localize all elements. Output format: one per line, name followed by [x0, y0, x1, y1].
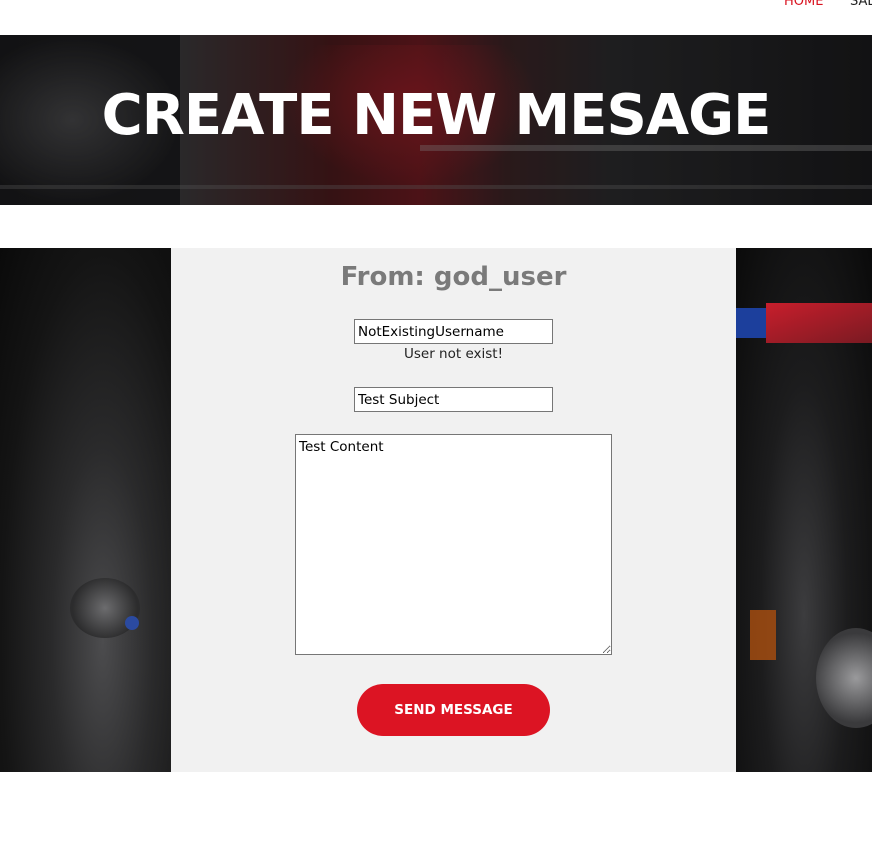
recipient-input[interactable] [354, 319, 553, 344]
message-form: From: god_user User not exist! Test Cont… [171, 248, 736, 772]
recipient-error-message: User not exist! [403, 346, 503, 362]
hero-banner: CREATE NEW MESAGE [0, 35, 872, 205]
from-label: From: god_user [340, 262, 567, 292]
message-section: From: god_user User not exist! Test Cont… [0, 248, 872, 772]
content-textarea[interactable]: Test Content [295, 434, 612, 655]
top-nav: HOME SAL [0, 0, 872, 35]
page-title: CREATE NEW MESAGE [101, 83, 772, 148]
nav-home-link[interactable]: HOME [784, 0, 823, 9]
left-background-image [0, 248, 171, 772]
right-background-image [736, 248, 872, 772]
subject-input[interactable] [354, 387, 553, 412]
nav-sales-link[interactable]: SAL [850, 0, 872, 9]
send-message-button[interactable]: SEND MESSAGE [357, 684, 550, 736]
